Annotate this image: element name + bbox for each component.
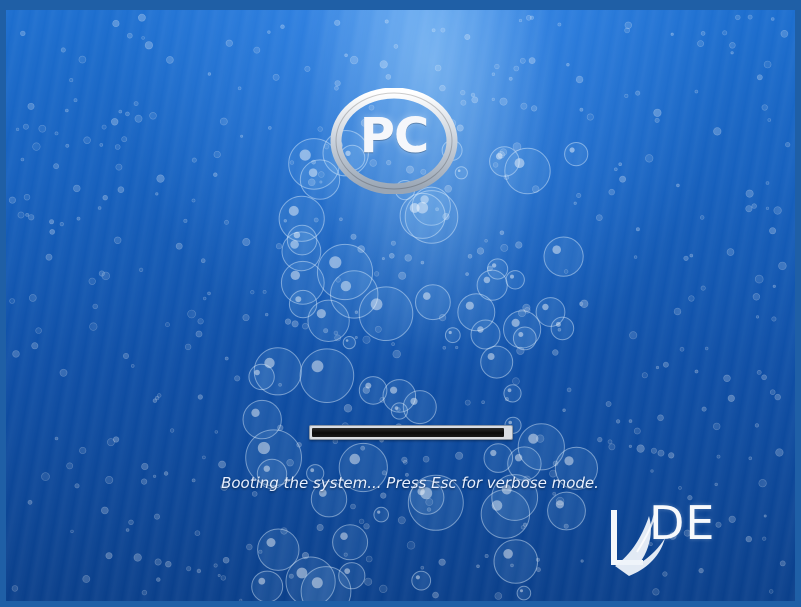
boot-progress-fill <box>312 428 504 437</box>
boot-status-text: Booting the system... Press Esc for verb… <box>221 474 599 492</box>
lxde-logo-icon: DE <box>603 494 768 584</box>
pc-logo-text: PC <box>359 108 429 164</box>
lxde-text: DE <box>649 496 716 550</box>
pc-logo-icon: PC <box>330 87 458 195</box>
boot-progress-bar <box>309 425 513 440</box>
boot-splash-screen: PC Booting the system... Press Esc for v… <box>0 0 801 607</box>
